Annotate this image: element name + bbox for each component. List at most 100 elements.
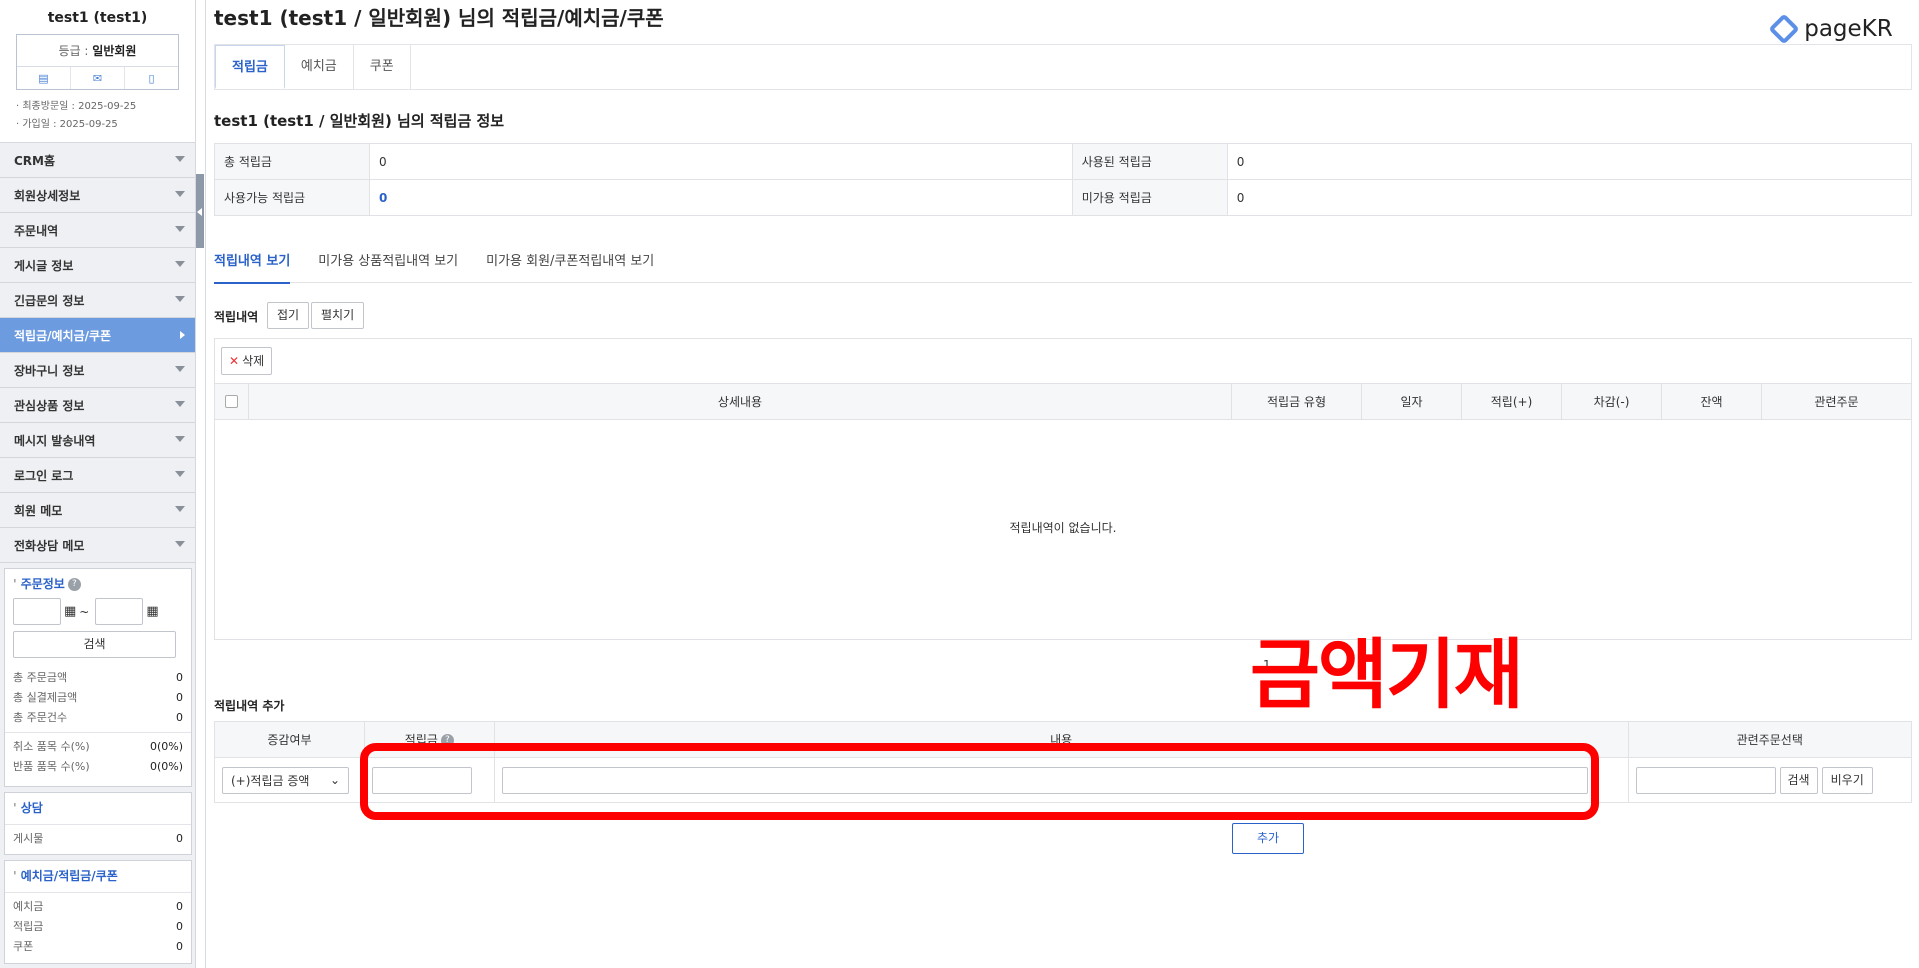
stat-value: 0: [176, 832, 183, 845]
menu-label: CRM홈: [14, 153, 56, 168]
col-header: 상세내용: [249, 384, 1232, 419]
tab-points[interactable]: 적립금: [215, 45, 285, 89]
order-stat-row: 총 실결제금액 0: [13, 688, 183, 708]
menu-label: 메시지 발송내역: [14, 433, 96, 448]
subtab-unavailable-product[interactable]: 미가용 상품적립내역 보기: [318, 251, 458, 282]
order-search-button[interactable]: 검색: [1779, 766, 1818, 794]
related-order-input[interactable]: [1635, 766, 1776, 794]
menu-label: 관심상품 정보: [14, 398, 85, 413]
deposit-stat-row: 적립금 0: [13, 917, 183, 937]
menu-posts[interactable]: 게시글 정보: [0, 248, 195, 283]
stat-value: 0(0%): [149, 760, 183, 773]
annotation-highlight-box: [360, 743, 1599, 820]
menu-call-memo[interactable]: 전화상담 메모: [0, 528, 195, 563]
menu-orders[interactable]: 주문내역: [0, 213, 195, 248]
tab-deposit[interactable]: 예치금: [285, 45, 354, 89]
history-table-container: ✕ 삭제 상세내용 적립금 유형 일자 적립(+) 차감(-) 잔액 관련주문 적…: [214, 338, 1912, 640]
history-table-header: 상세내용 적립금 유형 일자 적립(+) 차감(-) 잔액 관련주문: [215, 383, 1911, 420]
stat-label: 적립금: [13, 920, 44, 933]
menu-login-log[interactable]: 로그인 로그: [0, 458, 195, 493]
menu-member-memo[interactable]: 회원 메모: [0, 493, 195, 528]
stat-value: 0(0%): [149, 740, 183, 753]
empty-message: 적립내역이 없습니다.: [1009, 521, 1117, 535]
mail-icon[interactable]: ✉: [71, 67, 125, 89]
select-value: (+)적립금 증액: [231, 773, 310, 788]
menu-wishlist[interactable]: 관심상품 정보: [0, 388, 195, 423]
menu-cart[interactable]: 장바구니 정보: [0, 353, 195, 388]
menu-label: 장바구니 정보: [14, 363, 85, 378]
menu-points-deposit-coupon[interactable]: 적립금/예치금/쿠폰: [0, 318, 195, 353]
member-grade: 등급 : 일반회원: [17, 35, 178, 67]
pagekr-logo-icon: [1768, 13, 1800, 45]
col-header: 관련주문: [1814, 395, 1859, 409]
chevron-down-icon: [175, 436, 185, 442]
col-header: 증감여부: [214, 721, 365, 758]
chevron-down-icon: [175, 541, 185, 547]
stat-label: 게시물: [13, 832, 44, 845]
chevron-down-icon: [175, 471, 185, 477]
sidebar-collapse-handle[interactable]: [196, 174, 204, 248]
select-all-checkbox[interactable]: [225, 395, 238, 408]
chevron-down-icon: [175, 191, 185, 197]
member-actions: ▤ ✉ ▯: [17, 67, 178, 89]
menu-crm-home[interactable]: CRM홈: [0, 143, 195, 178]
chevron-down-icon: [175, 226, 185, 232]
member-dates: · 최종방문일 : 2025-09-25 · 가입일 : 2025-09-25: [16, 98, 179, 134]
col-header: 적립(+): [1462, 384, 1562, 419]
tab-coupon[interactable]: 쿠폰: [354, 45, 411, 89]
stat-value: 0: [176, 691, 183, 704]
col-header: 적립금 유형: [1232, 384, 1362, 419]
start-date-input[interactable]: [13, 598, 61, 625]
add-history-title: 적립내역 추가: [214, 699, 285, 713]
delete-label: 삭제: [242, 354, 265, 368]
menu-member-detail[interactable]: 회원상세정보: [0, 178, 195, 213]
menu-label: 회원상세정보: [14, 188, 81, 203]
divider: [5, 732, 191, 733]
chevron-right-icon: [180, 331, 185, 339]
menu-label: 적립금/예치금/쿠폰: [14, 328, 112, 343]
help-icon[interactable]: ?: [67, 578, 81, 591]
chevron-down-icon: [175, 156, 185, 162]
last-visit: · 최종방문일 : 2025-09-25: [16, 101, 137, 112]
history-subtabs: 적립내역 보기 미가용 상품적립내역 보기 미가용 회원/쿠폰적립내역 보기: [214, 251, 1912, 284]
menu-urgent-inquiry[interactable]: 긴급문의 정보: [0, 283, 195, 318]
sms-icon[interactable]: ▤: [17, 67, 71, 89]
history-label: 적립내역: [214, 310, 259, 324]
collapse-button[interactable]: 접기: [267, 302, 310, 329]
divider: [5, 892, 191, 893]
available-points-value: 0: [369, 179, 1073, 216]
chevron-down-icon: [175, 366, 185, 372]
col-header: 관련주문선택: [1627, 721, 1913, 758]
menu-label: 게시글 정보: [14, 258, 74, 273]
menu-label: 긴급문의 정보: [14, 293, 85, 308]
order-date-range: ▦ ~ ▦: [13, 598, 183, 625]
memo-icon[interactable]: ▯: [125, 67, 178, 89]
calendar-icon[interactable]: ▦: [146, 604, 158, 619]
col-header: 잔액: [1662, 384, 1762, 419]
consult-stat-row: 게시물 0: [13, 829, 183, 849]
expand-button[interactable]: 펼치기: [311, 302, 365, 329]
grade-box: 등급 : 일반회원 ▤ ✉ ▯: [16, 34, 179, 90]
subtab-history[interactable]: 적립내역 보기: [214, 251, 291, 284]
clear-button[interactable]: 비우기: [1821, 766, 1873, 794]
range-separator: ~: [79, 604, 90, 619]
join-date: · 가입일 : 2025-09-25: [16, 119, 118, 130]
menu-message-history[interactable]: 메시지 발송내역: [0, 423, 195, 458]
calendar-icon[interactable]: ▦: [64, 604, 76, 619]
menu-label: 전화상담 메모: [14, 538, 85, 553]
order-stat-row: 총 주문금액 0: [13, 668, 183, 688]
points-info-table: 총 적립금 0 사용된 적립금 0 사용가능 적립금 0 미가용 적립금 0: [214, 143, 1913, 216]
order-search-button[interactable]: 검색: [13, 631, 176, 658]
increase-decrease-select[interactable]: (+)적립금 증액 ⌄: [222, 766, 349, 794]
add-button[interactable]: 추가: [1232, 823, 1304, 854]
grade-value: 일반회원: [92, 44, 137, 58]
member-profile: test1 (test1) 등급 : 일반회원 ▤ ✉ ▯ · 최종방문일 : …: [0, 0, 195, 143]
page-title: test1 (test1 / 일반회원) 님의 적립금/예치금/쿠폰: [214, 6, 664, 30]
main-content: test1 (test1 / 일반회원) 님의 적립금/예치금/쿠폰 pageK…: [205, 0, 1919, 968]
end-date-input[interactable]: [95, 598, 144, 625]
subtab-unavailable-member-coupon[interactable]: 미가용 회원/쿠폰적립내역 보기: [486, 251, 654, 282]
chevron-down-icon: [175, 261, 185, 267]
menu-label: 회원 메모: [14, 503, 63, 518]
order-info-title: 주문정보: [13, 577, 65, 591]
delete-button[interactable]: ✕ 삭제: [221, 347, 273, 375]
